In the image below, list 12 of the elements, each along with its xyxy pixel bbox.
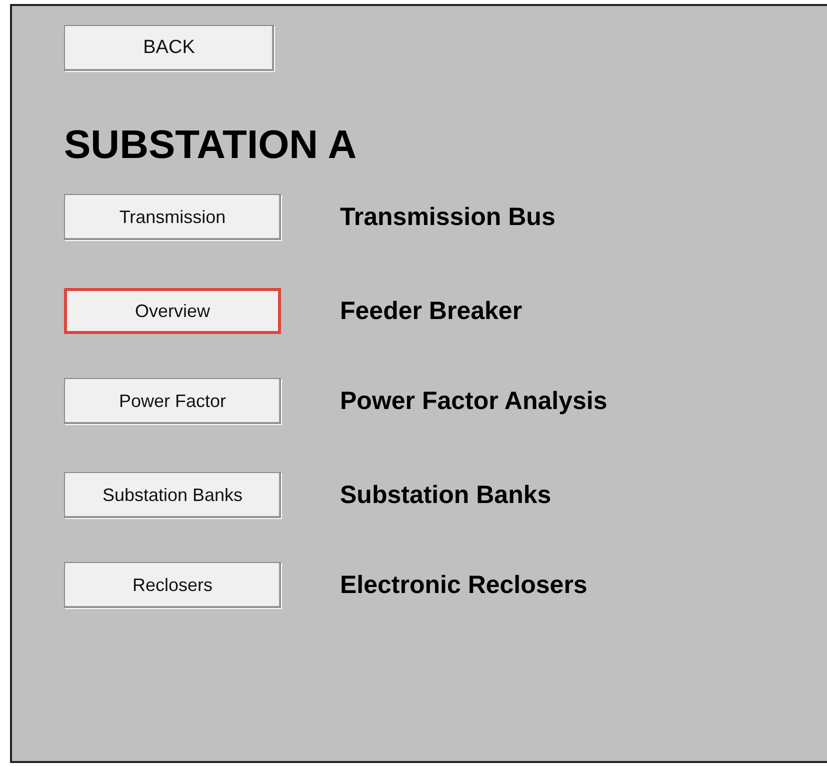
section-label: Transmission Bus [340, 202, 556, 232]
section-label: Electronic Reclosers [340, 570, 588, 600]
section-label: Power Factor Analysis [340, 386, 608, 416]
back-button[interactable]: BACK [64, 25, 274, 71]
nav-button[interactable]: Transmission [64, 194, 281, 240]
nav-button[interactable]: Power Factor [64, 378, 281, 424]
nav-button[interactable]: Substation Banks [64, 472, 281, 518]
nav-button[interactable]: Reclosers [64, 562, 281, 608]
section-label: Feeder Breaker [340, 296, 522, 326]
section-label: Substation Banks [340, 480, 552, 510]
nav-button[interactable]: Overview [64, 288, 281, 334]
page-title: SUBSTATION A [64, 122, 358, 169]
